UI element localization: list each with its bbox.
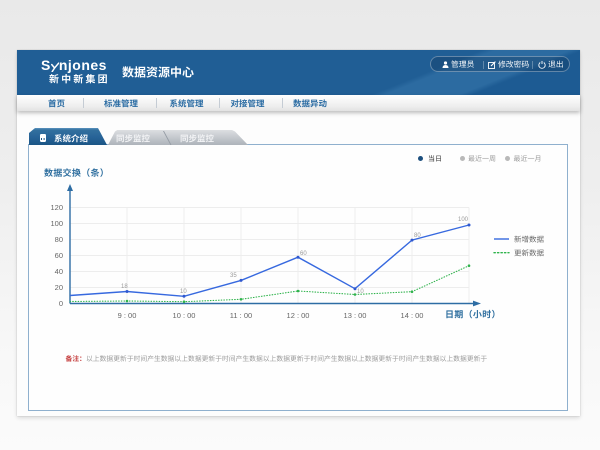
svg-text:10 : 00: 10 : 00	[173, 311, 196, 320]
svg-text:80: 80	[414, 233, 421, 239]
svg-text:20: 20	[55, 283, 63, 292]
svg-text:120: 120	[50, 203, 63, 212]
svg-text:100: 100	[50, 219, 63, 228]
svg-text:13 : 00: 13 : 00	[344, 311, 367, 320]
svg-text:12 : 00: 12 : 00	[287, 311, 310, 320]
svg-text:60: 60	[300, 251, 307, 257]
svg-text:11 : 00: 11 : 00	[230, 311, 252, 320]
svg-text:35: 35	[230, 273, 237, 279]
svg-text:18: 18	[121, 284, 128, 290]
svg-text:40: 40	[55, 267, 63, 276]
svg-text:9 : 00: 9 : 00	[118, 311, 137, 320]
svg-text:10: 10	[357, 289, 364, 295]
svg-text:10: 10	[180, 289, 187, 295]
svg-text:14 : 00: 14 : 00	[401, 311, 424, 320]
svg-text:0: 0	[59, 299, 63, 308]
svg-text:60: 60	[55, 251, 63, 260]
svg-text:80: 80	[55, 235, 63, 244]
svg-text:100: 100	[458, 217, 469, 223]
